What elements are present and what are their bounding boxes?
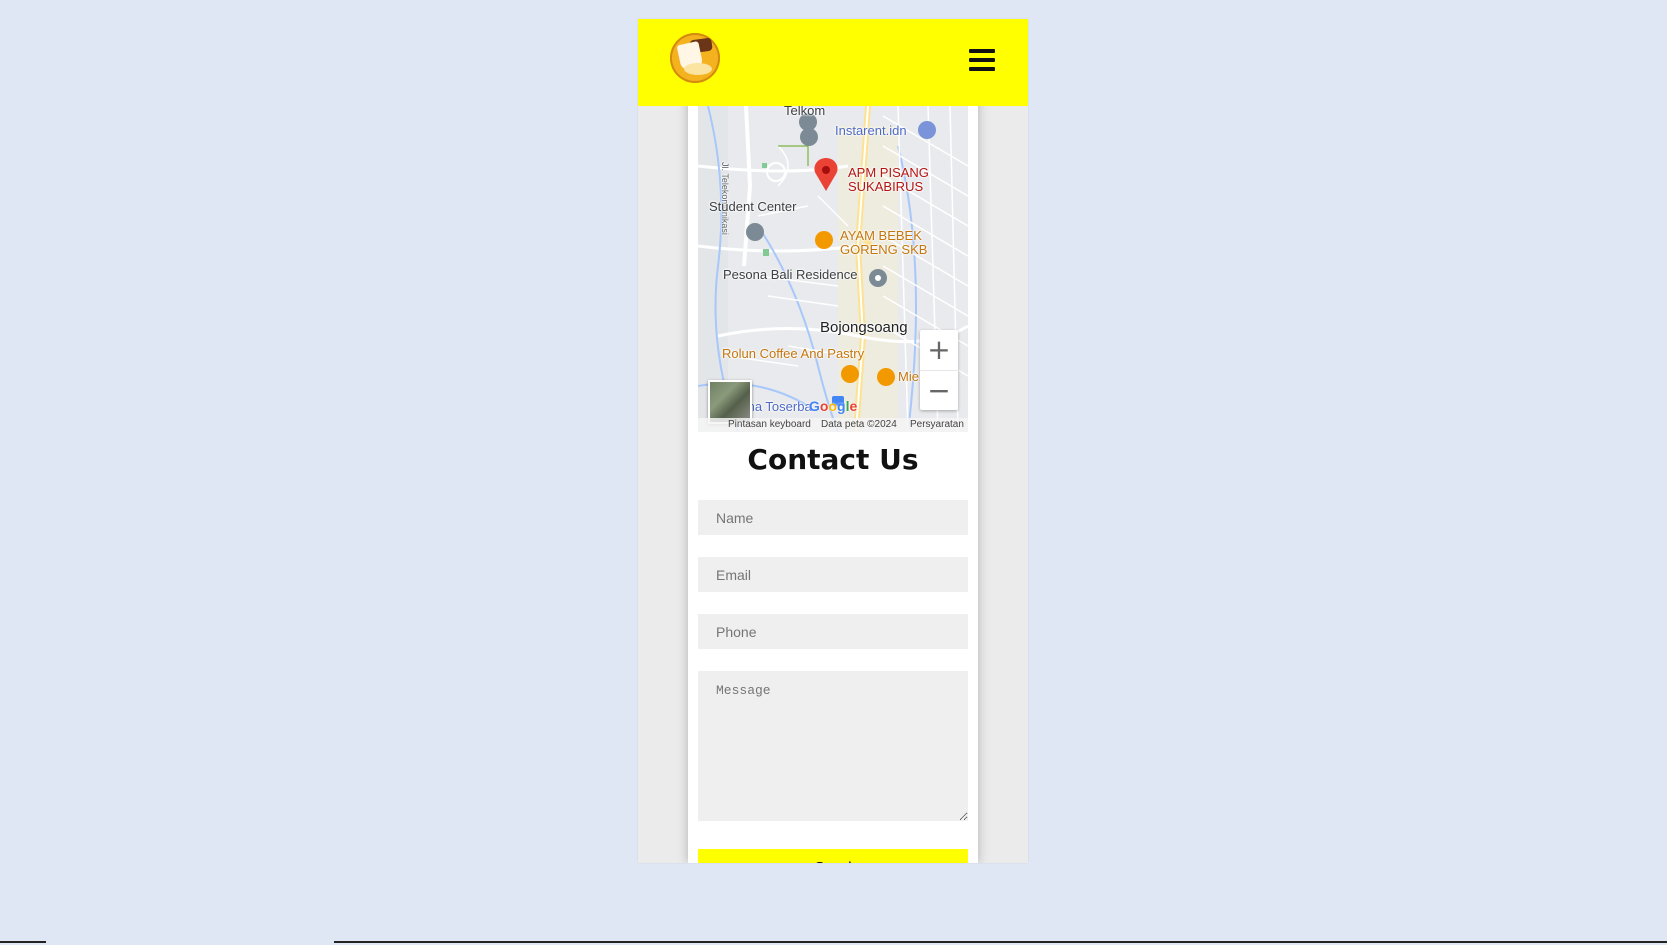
map-attribution-bar: Pintasan keyboard Data peta ©2024 Persya… — [698, 418, 968, 432]
map-label-telkom: Telkom — [784, 106, 826, 118]
map-label-student-center: Student Center — [709, 199, 797, 214]
taskbar-edge-right — [334, 941, 1667, 943]
send-button[interactable]: Send — [698, 849, 968, 863]
map-data-credit: Data peta ©2024 — [821, 419, 897, 430]
map-label-ayam-line2: GORENG SKB — [840, 242, 928, 257]
embedded-map[interactable]: Telkom Instarent.idn Jl. Telekomunikasi … — [698, 106, 968, 432]
brand-logo[interactable] — [670, 33, 720, 83]
keyboard-shortcuts-link[interactable]: Pintasan keyboard — [728, 419, 811, 430]
navbar — [638, 19, 1028, 106]
mobile-viewport: Telkom Instarent.idn Jl. Telekomunikasi … — [638, 19, 1028, 863]
map-label-apm-line2: SUKABIRUS — [848, 179, 924, 194]
map-label-pesona: Pesona Bali Residence — [723, 267, 858, 282]
email-input[interactable] — [698, 557, 968, 592]
map-zoom-controls: + − — [920, 330, 958, 410]
message-textarea[interactable] — [698, 671, 968, 821]
zoom-out-button[interactable]: − — [920, 371, 958, 411]
terms-link[interactable]: Persyaratan — [910, 419, 964, 430]
map-label-rolun: Rolun Coffee And Pastry — [722, 346, 865, 361]
map-label-instarent: Instarent.idn — [835, 123, 907, 138]
zoom-in-button[interactable]: + — [920, 330, 958, 371]
map-label-mie: Mie — [898, 369, 919, 384]
contact-us-heading: Contact Us — [747, 443, 919, 476]
google-logo: Google — [809, 398, 858, 414]
taskbar-edge-left — [0, 941, 46, 943]
map-label-ayam-line1: AYAM BEBEK — [840, 228, 922, 243]
hamburger-menu-icon[interactable] — [969, 49, 995, 73]
phone-input[interactable] — [698, 614, 968, 649]
name-input[interactable] — [698, 500, 968, 535]
map-label-bojongsoang: Bojongsoang — [820, 319, 908, 336]
logo-plate-shape — [684, 63, 712, 75]
map-label-toserba: ma Toserba — [744, 399, 812, 414]
map-label-apm-line1: APM PISANG — [848, 165, 929, 180]
